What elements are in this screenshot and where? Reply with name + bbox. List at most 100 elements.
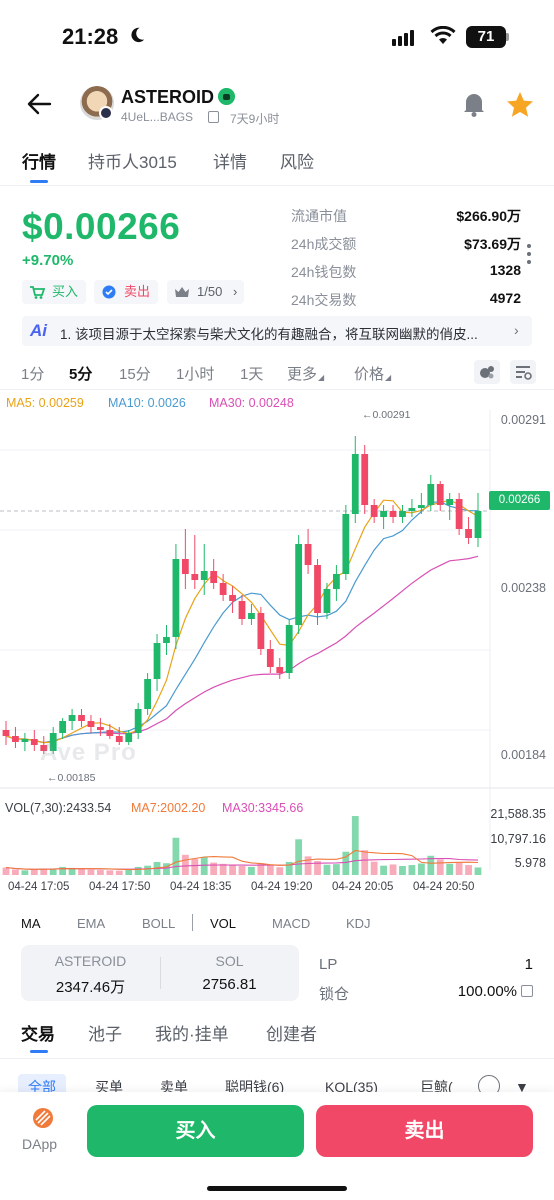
copy-icon[interactable] (208, 111, 219, 123)
volume-bar (304, 856, 312, 875)
candle-body (219, 583, 227, 595)
buy-button[interactable]: 买入 (87, 1105, 304, 1157)
candle-body (163, 637, 170, 643)
settings-icon (516, 366, 532, 380)
timeframe-1h[interactable]: 1小时 (176, 363, 214, 384)
tab-market[interactable]: 行情 (22, 148, 56, 173)
indicator-boll[interactable]: BOLL (142, 916, 175, 931)
tab-pools[interactable]: 池子 (88, 1020, 122, 1045)
tab-trades[interactable]: 交易 (21, 1020, 55, 1045)
volume-bar (191, 858, 199, 875)
candle-body (181, 559, 189, 574)
indicator-ema[interactable]: EMA (77, 916, 105, 931)
indicator-macd[interactable]: MACD (272, 916, 310, 931)
bubbles-icon (480, 366, 494, 379)
bell-icon[interactable] (460, 90, 488, 118)
candle-body (361, 454, 369, 505)
stat-label-volume: 24h成交额 (291, 236, 357, 252)
candle-body (389, 511, 397, 517)
indicator-ma[interactable]: MA (21, 916, 41, 931)
timeframe-1d[interactable]: 1天 (240, 363, 263, 384)
timeframe-5m[interactable]: 5分 (69, 363, 92, 384)
volume-bar (21, 870, 29, 875)
candle-body (285, 625, 293, 673)
volume-bar (455, 862, 463, 875)
candle-body (351, 454, 359, 514)
timeframe-more-label: 更多 (287, 366, 318, 383)
volume-bar (465, 865, 472, 875)
chart-settings-button[interactable] (510, 360, 536, 384)
star-icon[interactable] (505, 90, 535, 120)
time-label: 04-24 17:05 (8, 881, 70, 893)
dapp-label[interactable]: DApp (22, 1136, 57, 1152)
volume-bar (210, 862, 218, 875)
volume-bar (351, 816, 359, 875)
rank-button[interactable]: 1/50 › (167, 280, 245, 304)
ma5-legend: MA5: 0.00259 (6, 396, 84, 410)
ma10-legend: MA10: 0.0026 (108, 396, 186, 410)
volume-bar (30, 869, 38, 875)
timeframe-1m[interactable]: 1分 (21, 363, 44, 384)
time-label: 04-24 18:35 (170, 881, 232, 893)
timeframe-15m[interactable]: 15分 (119, 363, 151, 384)
volume-bar (106, 870, 114, 875)
time-label: 04-24 19:20 (251, 881, 313, 893)
candle-body (21, 739, 29, 742)
indicator-toggle-button[interactable] (474, 360, 500, 384)
volume-bar (361, 850, 369, 875)
triangle-down-icon: ◢ (318, 373, 325, 382)
triangle-down-icon: ◢ (385, 373, 392, 382)
volume-bar (248, 866, 255, 875)
volume-bar (2, 867, 10, 875)
candle-body (408, 508, 416, 511)
candle-body (342, 514, 350, 574)
candle-body (210, 571, 218, 583)
volume-bar (380, 865, 387, 875)
candle-body (314, 565, 321, 613)
stat-value-volume: $73.69万 (464, 236, 521, 252)
candle-body (474, 511, 482, 538)
back-arrow-icon[interactable] (26, 92, 52, 116)
candle-body (78, 715, 85, 721)
tab-risk[interactable]: 风险 (280, 148, 314, 173)
candle-body (59, 721, 67, 733)
wifi-icon (430, 26, 456, 44)
quick-sell-label: 卖出 (124, 284, 151, 299)
crown-icon (175, 287, 189, 297)
tab-holders[interactable]: 持币人3015 (88, 148, 177, 173)
lock-value: 100.00% (457, 983, 517, 1000)
candle-body (436, 484, 444, 505)
more-options-icon[interactable] (527, 244, 531, 268)
cart-icon (30, 286, 45, 299)
price-change: +9.70% (22, 252, 74, 269)
stat-label-wallets: 24h钱包数 (291, 264, 357, 280)
lp-label: LP (319, 956, 338, 973)
lock-label: 锁仓 (319, 986, 350, 1003)
volume-bar (408, 865, 416, 875)
tab-my-orders[interactable]: 我的·挂单 (155, 1020, 229, 1045)
volume-bar (446, 863, 454, 875)
indicator-kdj[interactable]: KDJ (346, 916, 371, 931)
quick-sell-button[interactable]: 卖出 (94, 280, 159, 304)
indicator-vol[interactable]: VOL (210, 916, 236, 931)
quick-buy-button[interactable]: 买入 (22, 280, 87, 304)
pool-sol-value: 2756.81 (202, 976, 257, 993)
pool-token-label: ASTEROID (54, 953, 127, 969)
sell-button[interactable]: 卖出 (316, 1105, 533, 1157)
volume-bar (78, 869, 85, 875)
candle-body (323, 589, 331, 613)
lock-value-link[interactable]: 100.00% (458, 983, 533, 1000)
volume-bar (399, 865, 406, 875)
volume-bar (474, 867, 482, 875)
tab-creator[interactable]: 创建者 (266, 1020, 317, 1045)
volume-bar (389, 864, 397, 875)
dapp-icon[interactable] (31, 1106, 55, 1130)
chevron-right-icon[interactable]: › (514, 322, 519, 338)
candle-body (153, 643, 161, 679)
candle-body (30, 739, 38, 745)
tab-details[interactable]: 详情 (213, 148, 247, 173)
price-type-dropdown[interactable]: 价格◢ (354, 363, 391, 384)
low-price-marker: ←0.00185 (47, 772, 96, 784)
vol-ma30-legend: MA30:3345.66 (222, 801, 304, 815)
timeframe-more-dropdown[interactable]: 更多◢ (287, 363, 324, 384)
